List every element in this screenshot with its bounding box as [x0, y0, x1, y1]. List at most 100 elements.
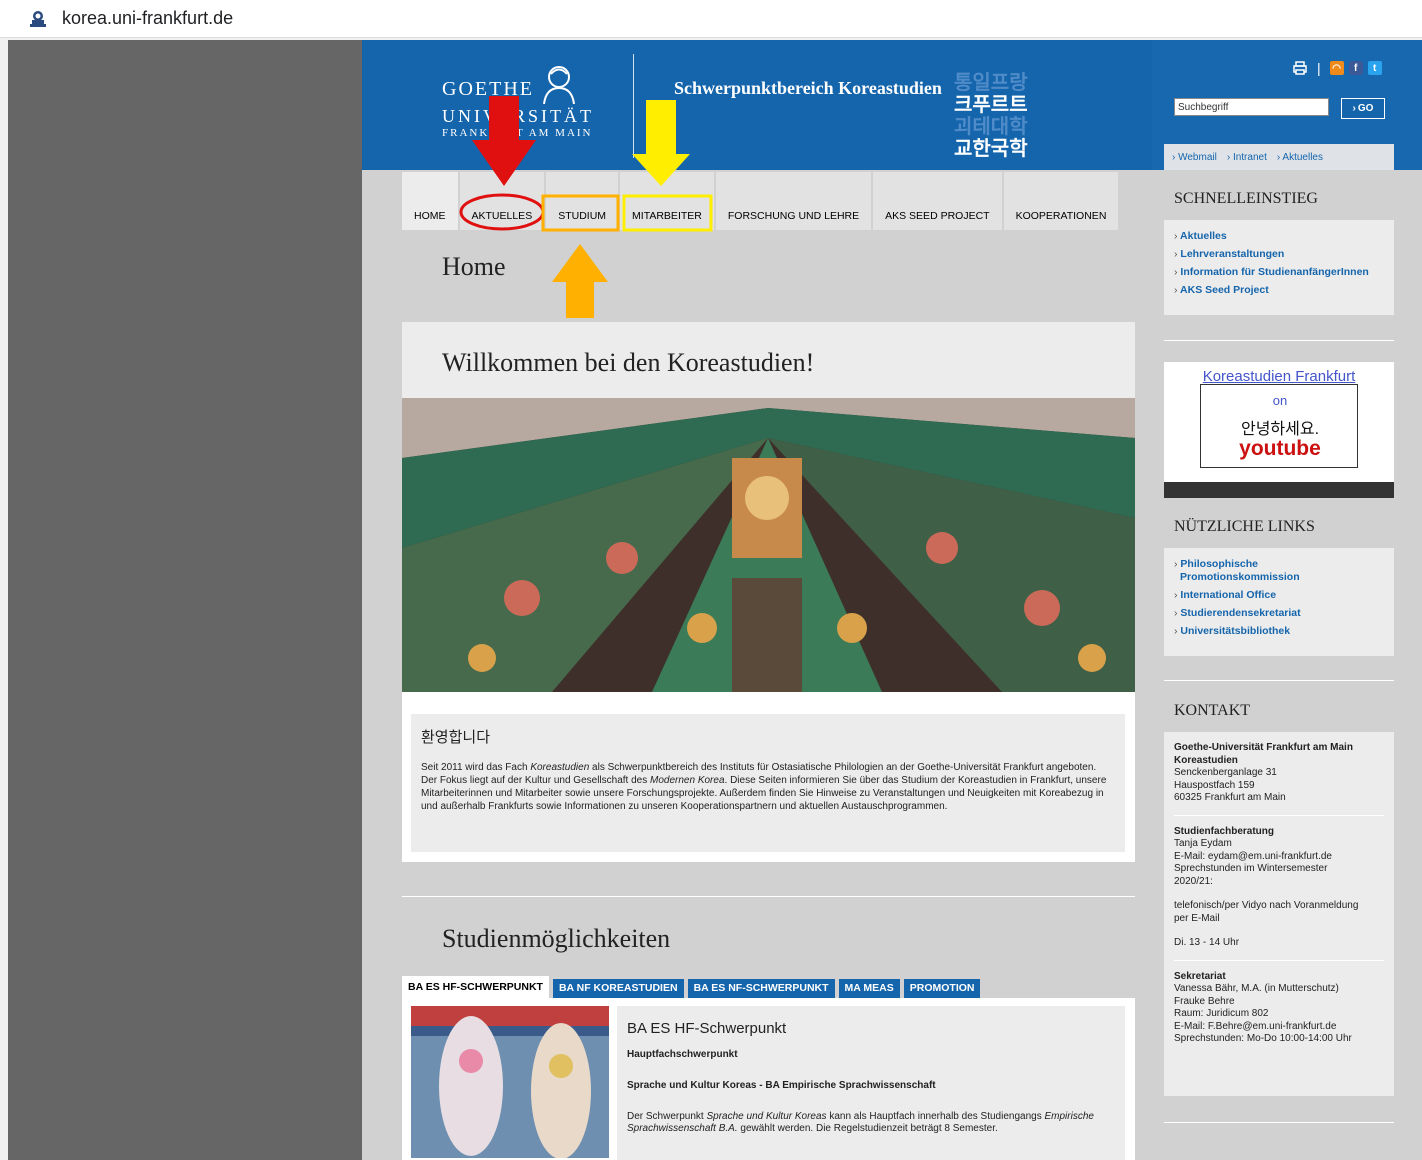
sidebar-link-international-office[interactable]: › International Office	[1174, 589, 1384, 601]
sidebar-link-studierendensekretariat[interactable]: › Studierendensekretariat	[1174, 607, 1384, 619]
hero-image-temple-roof	[402, 398, 1135, 692]
studienfachberatung-email[interactable]: E-Mail: eydam@em.uni-frankfurt.de	[1174, 851, 1384, 864]
goethe-portrait-logo	[543, 66, 575, 104]
youtube-korean-greeting: 안녕하세요.	[1240, 421, 1320, 438]
nav-tab-kooperationen[interactable]: KOOPERATIONEN	[1003, 172, 1121, 230]
subtab-ba-es-nf-schwerpunkt[interactable]: BA ES NF-SCHWERPUNKT	[687, 979, 835, 998]
studienfachberatung-tel-1: telefonisch/per Vidyo nach Voranmeldung	[1174, 900, 1359, 911]
icon-separator: |	[1317, 60, 1321, 76]
video-controls-bar[interactable]	[1164, 482, 1394, 498]
korean-line-1: 통일프랑	[954, 72, 1028, 94]
url-text[interactable]: korea.uni-frankfurt.de	[62, 8, 233, 29]
studienfachberatung-title: Studienfachberatung	[1174, 825, 1275, 837]
header-icons: | ◠ f t	[1292, 60, 1382, 76]
print-icon[interactable]	[1292, 61, 1308, 75]
sekretariat-email[interactable]: E-Mail: F.Behre@em.uni-frankfurt.de	[1174, 1021, 1384, 1034]
korean-line-2: 크푸르트	[954, 94, 1028, 116]
kontakt-address-3: 60325 Frankfurt am Main	[1174, 792, 1286, 803]
sidebar-kontakt-box: Goethe-Universität Frankfurt am Main Kor…	[1164, 732, 1394, 1096]
header-divider	[633, 54, 634, 158]
intro-paragraph: Seit 2011 wird das Fach Koreastudien als…	[421, 762, 1107, 812]
header-quick-links: › Webmail › Intranet › Aktuelles	[1164, 144, 1394, 170]
studienfachberatung-hours-1: Sprechstunden im Wintersemester	[1174, 863, 1328, 874]
kontakt-divider-2	[1174, 959, 1384, 961]
sidebar-link-studienanfaenger[interactable]: › Information für StudienanfängerInnen	[1174, 266, 1384, 278]
nav-tab-aks-seed-project[interactable]: AKS SEED PROJECT	[873, 172, 1004, 230]
quicklink-intranet[interactable]: › Intranet	[1227, 152, 1267, 163]
studienfachberatung-tel-2: per E-Mail	[1174, 912, 1220, 924]
sidebar-divider-3	[1164, 1122, 1394, 1123]
sekretariat-hours: Sprechstunden: Mo-Do 10:00-14:00 Uhr	[1174, 1033, 1352, 1044]
nav-tab-home[interactable]: HOME	[402, 172, 460, 230]
website: GOETHE UNIVERSITÄT FRANKFURT AM MAIN Sch…	[362, 40, 1422, 1160]
sekretariat-line-2: Frauke Behre	[1174, 995, 1235, 1007]
quicklink-webmail[interactable]: › Webmail	[1172, 152, 1217, 163]
korean-logotype: 통일프랑 크푸르트 괴테대학 교한국학	[954, 72, 1028, 160]
subtab-ba-es-hf-schwerpunkt[interactable]: BA ES HF-SCHWERPUNKT	[402, 976, 549, 998]
sekretariat-title: Sekretariat	[1174, 970, 1226, 982]
panel-heading: BA ES HF-Schwerpunkt	[627, 1020, 787, 1037]
subtab-ba-nf-koreastudien[interactable]: BA NF KOREASTUDIEN	[552, 979, 684, 998]
sidebar-link-aktuelles[interactable]: › Aktuelles	[1174, 230, 1384, 242]
panel-subheading-1: Hauptfachschwerpunkt	[627, 1049, 738, 1060]
studien-panel: BA ES HF-Schwerpunkt Hauptfachschwerpunk…	[402, 998, 1135, 1160]
sidebar-links-title: NÜTZLICHE LINKS	[1174, 518, 1315, 535]
nav-tab-studium[interactable]: STUDIUM	[546, 172, 621, 230]
lanterns-image	[411, 1006, 609, 1158]
search-go-button[interactable]: › GO	[1341, 98, 1385, 119]
sekretariat-line-3: Raum: Juridicum 802	[1174, 1008, 1269, 1019]
page-title: Home	[442, 252, 506, 281]
youtube-title[interactable]: Koreastudien Frankfurt	[1164, 368, 1394, 385]
sidebar-link-aks-seed-project[interactable]: › AKS Seed Project	[1174, 284, 1384, 296]
intro-heading: 환영합니다	[421, 729, 491, 746]
sidebar-link-philosophische[interactable]: › Philosophische	[1174, 558, 1384, 570]
quicklink-aktuelles[interactable]: › Aktuelles	[1277, 152, 1323, 163]
sidebar-schnelleinstieg-title: SCHNELLEINSTIEG	[1174, 190, 1318, 207]
kontakt-org-1: Goethe-Universität Frankfurt am Main	[1174, 742, 1353, 753]
studien-text: BA ES HF-Schwerpunkt Hauptfachschwerpunk…	[617, 1006, 1125, 1160]
studienfachberatung-time: Di. 13 - 14 Uhr	[1174, 937, 1240, 948]
sidebar-divider-2	[1164, 680, 1394, 681]
nav-tab-aktuelles[interactable]: AKTUELLES	[459, 172, 547, 230]
logo-universitaet-text[interactable]: UNIVERSITÄT	[442, 106, 594, 127]
browser-address-bar: korea.uni-frankfurt.de	[0, 0, 1422, 38]
sidebar-link-promotionskommission[interactable]: Promotionskommission	[1174, 571, 1384, 583]
kontakt-address-2: Hauspostfach 159	[1174, 779, 1255, 791]
go-label: GO	[1357, 103, 1374, 114]
nav-tab-forschung-und-lehre[interactable]: FORSCHUNG UND LEHRE	[715, 172, 874, 230]
site-security-icon[interactable]	[28, 9, 48, 29]
subtab-ma-meas[interactable]: MA MEAS	[838, 979, 900, 998]
sidebar-divider	[1164, 340, 1394, 341]
youtube-on: on	[1272, 393, 1288, 408]
sekretariat-line-1: Vanessa Bähr, M.A. (in Mutterschutz)	[1174, 983, 1339, 994]
left-gray-area	[8, 40, 362, 1160]
intro-text-box: 환영합니다 Seit 2011 wird das Fach Koreastudi…	[411, 714, 1125, 852]
kontakt-divider	[1174, 814, 1384, 816]
logo-goethe-text[interactable]: GOETHE	[442, 78, 534, 101]
rss-icon[interactable]: ◠	[1329, 61, 1344, 75]
panel-subheading-2: Sprache und Kultur Koreas - BA Empirisch…	[627, 1080, 936, 1091]
youtube-word: youtube	[1239, 437, 1321, 460]
go-arrow-icon: ›	[1352, 103, 1356, 114]
korean-line-4: 교한국학	[954, 138, 1028, 160]
welcome-header: Willkommen bei den Koreastudien!	[402, 322, 1135, 398]
sidebar-schnelleinstieg-box: › Aktuelles › Lehrveranstaltungen › Info…	[1164, 220, 1394, 315]
korean-line-3: 괴테대학	[954, 116, 1028, 138]
nav-tab-mitarbeiter[interactable]: MITARBEITER	[620, 172, 716, 230]
logo-frankfurt-text[interactable]: FRANKFURT AM MAIN	[442, 127, 593, 139]
subtab-promotion[interactable]: PROMOTION	[903, 979, 981, 998]
twitter-icon[interactable]: t	[1367, 61, 1382, 75]
panel-paragraph: Der Schwerpunkt Sprache und Kultur Korea…	[627, 1111, 1094, 1134]
welcome-title: Willkommen bei den Koreastudien!	[442, 348, 815, 377]
youtube-widget[interactable]: Koreastudien Frankfurt on 안녕하세요. youtube	[1164, 362, 1394, 498]
sidebar-link-universitaetsbibliothek[interactable]: › Universitätsbibliothek	[1174, 625, 1384, 637]
sidebar-link-lehrveranstaltungen[interactable]: › Lehrveranstaltungen	[1174, 248, 1384, 260]
kontakt-address-1: Senckenberganlage 31	[1174, 767, 1277, 778]
studien-title: Studienmöglichkeiten	[442, 924, 671, 953]
kontakt-org-2: Koreastudien	[1174, 754, 1238, 766]
search-input[interactable]	[1174, 98, 1329, 116]
facebook-icon[interactable]: f	[1348, 61, 1363, 75]
youtube-thumbnail[interactable]: on 안녕하세요. youtube	[1200, 384, 1358, 468]
header-title: Schwerpunktbereich Koreastudien	[674, 78, 942, 98]
main-navigation: HOME AKTUELLES STUDIUM MITARBEITER FORSC…	[402, 172, 1121, 230]
